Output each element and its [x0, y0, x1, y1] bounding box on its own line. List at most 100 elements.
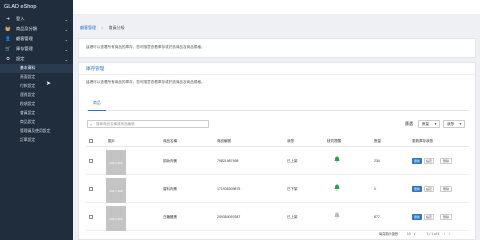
quantity-dropdown-value: 數量 — [422, 122, 429, 126]
per-page-label: 每頁顯示筆數 — [379, 232, 399, 236]
breadcrumb: 顧客管理 > 會員分級 — [73, 18, 480, 38]
gear-icon: ⚙ — [5, 56, 11, 61]
header-alert: 缺貨提醒 — [327, 139, 341, 143]
product-code: 79821987498 — [217, 159, 239, 163]
product-name: 白糖雞蛋 — [163, 215, 177, 219]
sidebar: GLAD eShop ➜ 登入 ⌄ 🧺 商品及分類 ⌄ 👤 顧客管理 ⌄ 🛒 庫存管理 ⌄ ⚙ 設定 ⌄ 基… — [0, 0, 73, 240]
product-name: 卸妝肉蛋 — [163, 159, 177, 163]
chevron-down-icon: ▼ — [434, 122, 437, 126]
delete-button[interactable]: 刪除 — [440, 214, 452, 220]
header-code: 商品編號 — [217, 139, 231, 143]
page-info: 1 / 1 of 3 — [426, 232, 440, 236]
bell-icon[interactable] — [334, 184, 340, 191]
sidebar-subitem[interactable]: 會員設定 — [0, 109, 73, 118]
row-checkbox[interactable] — [89, 159, 93, 163]
sidebar-item-label: 商品及分類 — [16, 26, 37, 31]
filter-label: 篩選 — [405, 121, 413, 126]
table-row: 200 x 200 香料肉蛋 171935309875 已下架 8 更新 設定 刪除 — [86, 177, 469, 203]
search-icon: ⌕ — [90, 122, 93, 127]
card-description: 這裡可以查看所有商品的庫存，您可隨意查看庫存或於該商品及商品規格。 — [86, 80, 205, 84]
app-brand: GLAD eShop — [4, 4, 37, 10]
sidebar-item-label: 顧客管理 — [16, 36, 33, 41]
product-qty: 877 — [374, 215, 380, 219]
row-checkbox[interactable] — [89, 187, 93, 191]
inventory-card: 庫存管理 這裡可以查看所有商品的庫存，您可隨意查看庫存或於該商品及商品規格。 商… — [78, 62, 476, 240]
sidebar-item-login[interactable]: ➜ 登入 ⌄ — [0, 14, 73, 24]
image-placeholder-label: 200 x 200 — [109, 188, 123, 193]
status-dropdown[interactable]: 狀態 ▼ — [443, 120, 465, 128]
settings-button[interactable]: 設定 — [424, 158, 434, 164]
header-qty: 數量 — [374, 139, 381, 143]
product-code: 171935309875 — [217, 187, 241, 191]
sidebar-item-label: 庫存管理 — [16, 46, 33, 51]
cart-icon: 🛒 — [5, 46, 11, 51]
select-all-checkbox[interactable] — [89, 139, 93, 143]
header-name: 商品名稱 — [163, 139, 177, 143]
settings-button[interactable]: 設定 — [424, 186, 434, 192]
sidebar-item-cart[interactable]: 🛒 庫存管理 ⌄ — [0, 44, 73, 54]
intro-card: 這裡可以查看所有商品的庫存，您可隨意查看庫存或於該商品及商品規格。 — [78, 38, 476, 58]
bell-icon[interactable] — [334, 212, 340, 219]
sidebar-subitem[interactable]: 基本資料 — [0, 64, 73, 73]
product-name: 香料肉蛋 — [163, 187, 177, 191]
mouse-cursor-icon: ➤ — [46, 81, 52, 87]
table-row: 200 x 200 白糖雞蛋 209384097687 已上架 877 更新 設定 刪除 — [86, 205, 469, 231]
header-image: 圖片 — [108, 139, 115, 143]
image-placeholder-label: 200 x 200 — [109, 216, 123, 221]
sidebar-item-basket[interactable]: 🧺 商品及分類 ⌄ — [0, 24, 73, 34]
product-code: 209384097687 — [217, 215, 241, 219]
intro-description: 這裡可以查看所有商品的庫存，您可隨意查看庫存或於該商品及商品規格。 — [86, 45, 205, 49]
product-image: 200 x 200 — [106, 178, 126, 203]
update-button[interactable]: 更新 — [412, 158, 422, 164]
basket-icon: 🧺 — [5, 26, 11, 31]
product-image: 200 x 200 — [106, 150, 126, 175]
breadcrumb-link[interactable]: 顧客管理 — [80, 25, 96, 30]
chevron-down-icon: ⌄ — [64, 26, 68, 32]
login-icon: ➜ — [6, 16, 10, 21]
product-status: 已上架 — [287, 215, 298, 219]
sidebar-subitem[interactable]: 訂單設定 — [0, 136, 73, 145]
delete-button[interactable]: 刪除 — [440, 158, 452, 164]
next-page-icon[interactable]: › — [449, 232, 450, 236]
sidebar-subitem[interactable]: 商品設定 — [0, 118, 73, 127]
chevron-down-icon: ⌄ — [64, 46, 68, 52]
table-header: 圖片 商品名稱 商品編號 狀態 缺貨提醒 數量 更新庫存狀態 — [86, 137, 469, 147]
header-status: 狀態 — [287, 139, 294, 143]
sidebar-subitem[interactable]: 管理員及使用設定 — [0, 127, 73, 136]
tab-bar: 商品 — [86, 99, 469, 111]
breadcrumb-current: 會員分級 — [108, 25, 125, 30]
tab-products[interactable]: 商品 — [93, 101, 101, 106]
sidebar-item-gear[interactable]: ⚙ 設定 ⌄ — [0, 54, 73, 64]
product-status: 已上架 — [287, 159, 298, 163]
row-checkbox[interactable] — [89, 215, 93, 219]
product-image: 200 x 200 — [106, 206, 126, 231]
image-placeholder-label: 200 x 200 — [109, 160, 123, 165]
header-update: 更新庫存狀態 — [412, 139, 433, 143]
product-status: 已下架 — [287, 187, 298, 191]
product-qty: 8 — [374, 187, 376, 191]
card-title: 庫存管理 — [79, 63, 475, 75]
prev-page-icon[interactable]: ‹ — [444, 232, 445, 236]
pagination: 每頁顯示筆數 10 ▼ 1 / 1 of 3 ‹ › — [379, 231, 450, 236]
sidebar-item-user[interactable]: 👤 顧客管理 ⌄ — [0, 34, 73, 44]
breadcrumb-separator: > — [101, 25, 104, 30]
delete-button[interactable]: 刪除 — [440, 186, 452, 192]
sidebar-subitem[interactable]: 稅項設定 — [0, 100, 73, 109]
sidebar-subitem[interactable]: 運費設定 — [0, 91, 73, 100]
per-page-select[interactable]: 10 — [407, 232, 411, 236]
quantity-dropdown[interactable]: 數量 ▼ — [418, 120, 440, 128]
search-input[interactable]: ⌕ 搜尋商品名稱或商品編號 — [87, 120, 209, 128]
user-icon: 👤 — [5, 36, 11, 41]
sidebar-subitem[interactable]: 付款設定 — [0, 82, 73, 91]
update-button[interactable]: 更新 — [412, 214, 422, 220]
top-bar — [73, 0, 480, 14]
table-row: 200 x 200 卸妝肉蛋 79821987498 已上架 234 更新 設定 刪除 — [86, 149, 469, 175]
update-button[interactable]: 更新 — [412, 186, 422, 192]
sidebar-subitem[interactable]: 頁面設定 — [0, 73, 73, 82]
tab-active-indicator — [88, 110, 106, 111]
settings-button[interactable]: 設定 — [424, 214, 434, 220]
sidebar-item-label: 登入 — [16, 16, 25, 21]
chevron-down-icon: ⌄ — [64, 56, 68, 62]
chevron-down-icon: ⌄ — [64, 16, 68, 22]
bell-icon[interactable] — [334, 156, 340, 163]
